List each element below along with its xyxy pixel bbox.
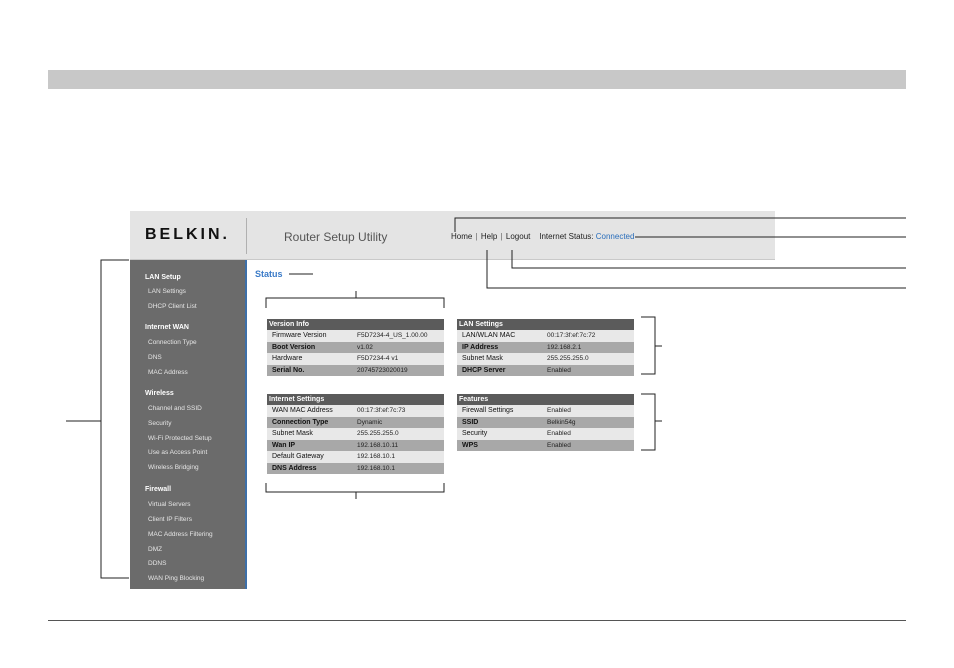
callout-line-logout [511, 250, 906, 269]
callout-line-home [454, 217, 906, 232]
bracket-sidebar [66, 259, 129, 579]
bracket-features [641, 393, 662, 451]
bottom-rule [48, 620, 906, 621]
bracket-top-tables [265, 291, 445, 308]
callout-line-help [486, 250, 906, 289]
bracket-lan-settings [641, 316, 662, 375]
callout-lines [66, 217, 906, 579]
bracket-bottom-tables [265, 483, 445, 499]
